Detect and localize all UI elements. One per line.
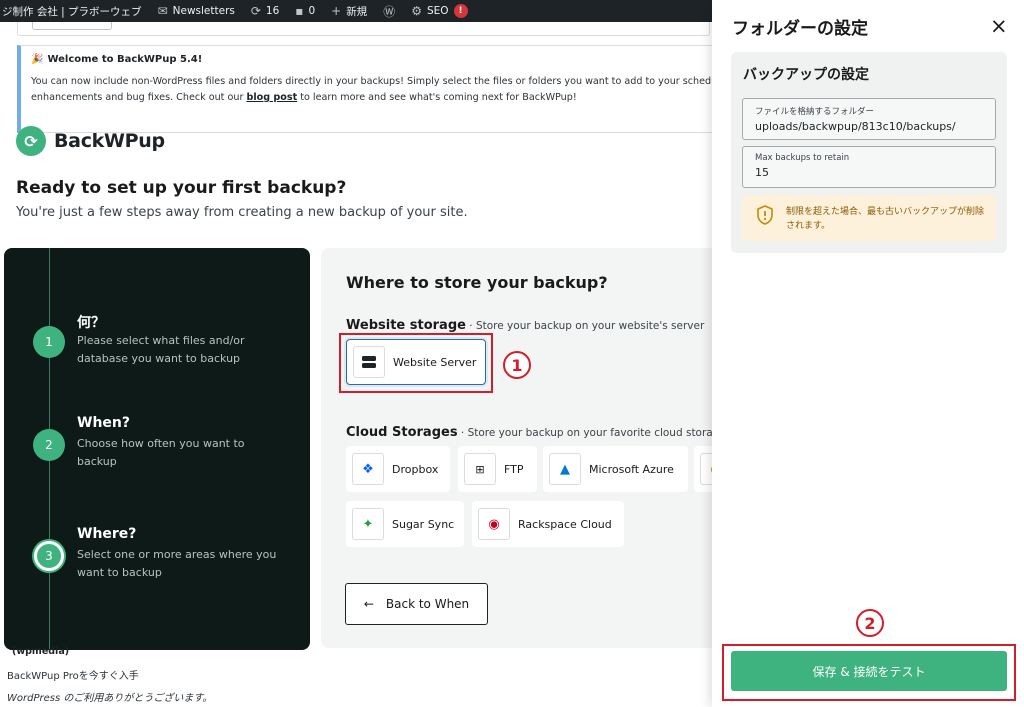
backup-settings-card: バックアップの設定 ファイルを格納するフォルダー uploads/backwpu… bbox=[731, 52, 1007, 253]
updates-count: 16 bbox=[265, 5, 280, 17]
site-name: ジ制作 会社 | プラボーウェブ bbox=[2, 5, 142, 18]
step-number: 1 bbox=[33, 326, 65, 358]
storage-title: Where to store your backup? bbox=[346, 273, 608, 292]
rackspace-icon: ◉ bbox=[478, 508, 510, 540]
shield-warning-icon bbox=[757, 205, 773, 225]
azure-label: Microsoft Azure bbox=[589, 462, 674, 476]
admin-bar-new[interactable]: + 新規 bbox=[331, 4, 367, 19]
back-button-label: Back to When bbox=[385, 597, 470, 611]
retention-warning-text: 制限を超えた場合、最も古いバックアップが削除されます。 bbox=[786, 207, 985, 231]
azure-icon: ▲ bbox=[549, 453, 581, 485]
website-storage-note: · Store your backup on your website's se… bbox=[465, 320, 705, 332]
plus-icon: + bbox=[331, 4, 342, 18]
website-storage-heading: Website storage · Store your backup on y… bbox=[346, 318, 704, 333]
close-icon[interactable]: × bbox=[990, 16, 1008, 37]
stub-button[interactable] bbox=[32, 22, 112, 30]
backwpup-logo-icon: ⟳ bbox=[16, 126, 46, 156]
admin-bar-seo[interactable]: ⚙ SEO! bbox=[411, 4, 468, 18]
storage-card: Where to store your backup? Website stor… bbox=[321, 248, 712, 648]
step-title: When? bbox=[77, 415, 130, 431]
back-to-when-button[interactable]: ← Back to When bbox=[345, 583, 488, 625]
seo-label: SEO bbox=[426, 5, 449, 17]
steps-panel: 1 何？ Please select what files and/or dat… bbox=[4, 248, 310, 650]
admin-bar-comments[interactable]: ▪ 0 bbox=[295, 4, 315, 18]
mail-icon: ✉ bbox=[157, 4, 168, 18]
welcome-notice: 🎉 Welcome to BackWPup 5.4! You can now i… bbox=[17, 45, 712, 133]
notice-body: You can now include non-WordPress files … bbox=[31, 74, 712, 106]
brand-name: BackWPup bbox=[54, 130, 165, 152]
comment-icon: ▪ bbox=[295, 4, 304, 18]
annotation-number-1: 1 bbox=[503, 351, 531, 379]
comments-count: 0 bbox=[308, 5, 316, 17]
sugar-sync-label: Sugar Sync bbox=[392, 517, 455, 531]
ftp-option[interactable]: ⊞ FTP bbox=[458, 446, 537, 492]
folder-settings-panel: フォルダーの設定 × バックアップの設定 ファイルを格納するフォルダー uplo… bbox=[712, 0, 1024, 707]
ftp-icon: ⊞ bbox=[464, 453, 496, 485]
wpmedia-logo: (wpmedia) bbox=[12, 646, 70, 657]
dropbox-label: Dropbox bbox=[392, 462, 439, 476]
updates-icon: ⟳ bbox=[250, 4, 261, 18]
step-description: Choose how often you want to backup bbox=[77, 437, 245, 468]
annotation-box-1 bbox=[339, 333, 493, 393]
folder-path-value: uploads/backwpup/813c10/backups/ bbox=[755, 120, 956, 133]
folder-path-label: ファイルを格納するフォルダー bbox=[755, 107, 875, 117]
seo-alert-badge: ! bbox=[453, 4, 468, 18]
folder-path-field[interactable]: ファイルを格納するフォルダー uploads/backwpup/813c10/b… bbox=[742, 98, 996, 140]
max-backups-field[interactable]: Max backups to retain 15 bbox=[742, 146, 996, 188]
step-number: 2 bbox=[33, 429, 65, 461]
page-title: Ready to set up your first backup? bbox=[16, 178, 347, 198]
notice-title-text: Welcome to BackWPup 5.4! bbox=[47, 54, 203, 65]
seo-gear-icon: ⚙ bbox=[411, 4, 422, 18]
notice-line-2: enhancements and bug fixes. Check out ou… bbox=[31, 90, 706, 106]
arrow-left-icon: ← bbox=[363, 597, 374, 611]
sugarsync-icon: ✦ bbox=[352, 508, 384, 540]
notice-line-2-before: enhancements and bug fixes. Check out ou… bbox=[31, 92, 247, 103]
admin-bar-wp-logo[interactable]: Ⓦ bbox=[383, 3, 395, 20]
card-title: バックアップの設定 bbox=[743, 67, 869, 83]
microsoft-azure-option[interactable]: ▲ Microsoft Azure bbox=[543, 446, 688, 492]
admin-bar-newsletters[interactable]: ✉ Newsletters bbox=[158, 4, 235, 18]
previous-notice-stub bbox=[17, 22, 710, 36]
next-cloud-option[interactable]: ◐ bbox=[694, 446, 712, 492]
max-backups-label: Max backups to retain bbox=[755, 153, 850, 163]
footer-thanks: WordPress のご利用ありがとうございます。 bbox=[7, 693, 213, 704]
new-label: 新規 bbox=[346, 5, 368, 18]
website-storage-label: Website storage bbox=[346, 318, 466, 333]
wordpress-icon: Ⓦ bbox=[383, 4, 396, 19]
notice-line-2-after: to learn more and see what's coming next… bbox=[297, 92, 577, 103]
cloud-storage-note: · Store your backup on your favorite clo… bbox=[457, 427, 712, 439]
party-icon: 🎉 bbox=[31, 54, 44, 65]
dropbox-icon: ❖ bbox=[352, 453, 384, 485]
step-description: Please select what files and/or database… bbox=[77, 334, 245, 365]
blog-post-link[interactable]: blog post bbox=[246, 92, 297, 103]
rackspace-label: Rackspace Cloud bbox=[518, 517, 612, 531]
admin-bar: ジ制作 会社 | プラボーウェブ ✉ Newsletters ⟳ 16 ▪ 0 + 新規… bbox=[0, 0, 712, 22]
rackspace-cloud-option[interactable]: ◉ Rackspace Cloud bbox=[472, 501, 624, 547]
panel-title: フォルダーの設定 bbox=[732, 19, 868, 39]
admin-bar-site[interactable]: ジ制作 会社 | プラボーウェブ bbox=[2, 4, 142, 19]
dropbox-option[interactable]: ❖ Dropbox bbox=[346, 446, 450, 492]
retention-warning: 制限を超えた場合、最も古いバックアップが削除されます。 bbox=[742, 195, 996, 241]
notice-title: 🎉 Welcome to BackWPup 5.4! bbox=[31, 54, 706, 65]
step-description: Select one or more areas where you want … bbox=[77, 548, 277, 579]
step-number-active: 3 bbox=[34, 541, 64, 571]
annotation-number-2: 2 bbox=[856, 609, 884, 637]
notice-line-1: You can now include non-WordPress files … bbox=[31, 76, 712, 87]
step-title: 何？ bbox=[77, 315, 105, 331]
backwpup-brand: ⟳ BackWPup bbox=[16, 126, 165, 156]
get-pro-link[interactable]: BackWPup Proを今すぐ入手 bbox=[7, 667, 139, 682]
newsletters-label: Newsletters bbox=[172, 5, 235, 17]
sugar-sync-option[interactable]: ✦ Sugar Sync bbox=[346, 501, 464, 547]
ftp-label: FTP bbox=[504, 462, 524, 476]
admin-bar-updates[interactable]: ⟳ 16 bbox=[251, 4, 279, 18]
cloud-storage-heading: Cloud Storages · Store your backup on yo… bbox=[346, 425, 712, 440]
page-subtitle: You're just a few steps away from creati… bbox=[16, 205, 468, 220]
max-backups-value: 15 bbox=[755, 166, 769, 179]
cloud-icon: ◐ bbox=[700, 453, 712, 485]
annotation-box-2 bbox=[722, 644, 1016, 701]
cloud-storage-label: Cloud Storages bbox=[346, 425, 458, 440]
step-title: Where? bbox=[77, 526, 137, 542]
